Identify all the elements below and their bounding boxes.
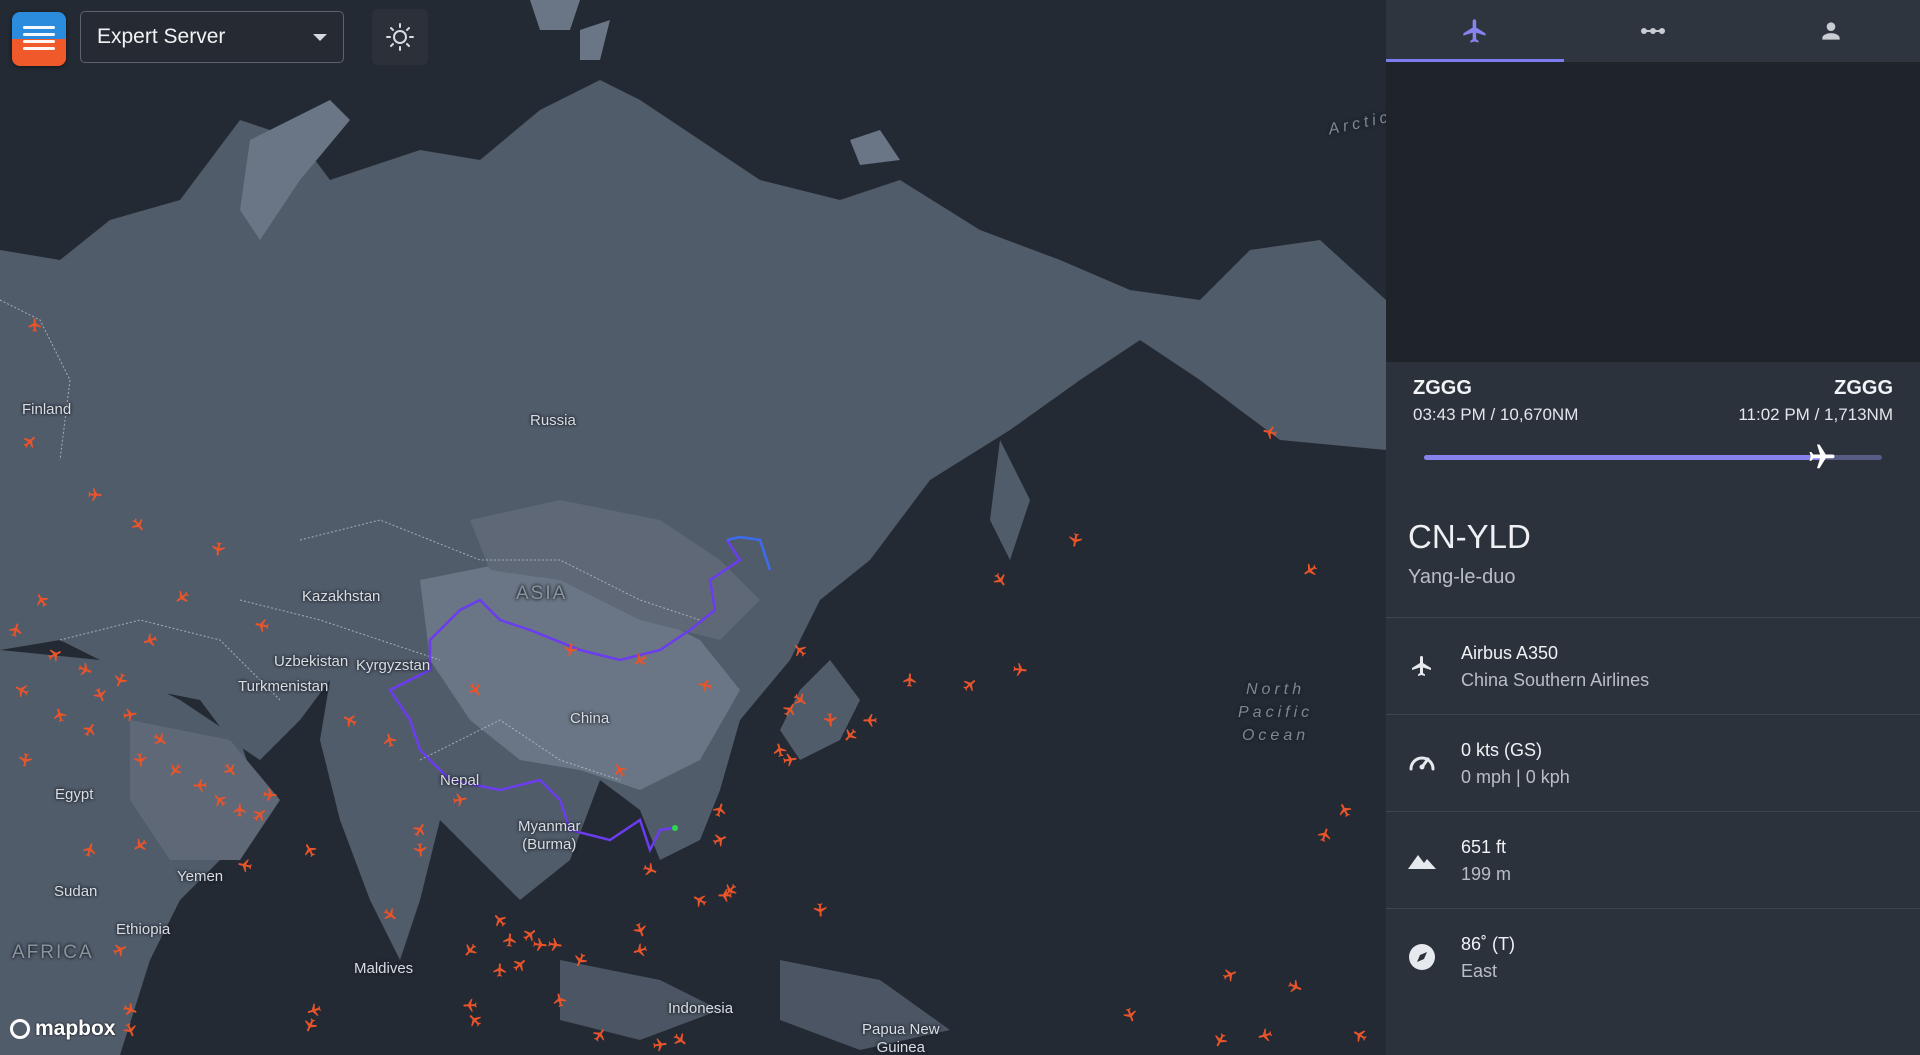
heading-degrees: 86˚ (T) (1461, 934, 1515, 954)
aircraft-marker-icon[interactable] (1066, 531, 1085, 550)
aircraft-marker-icon[interactable] (451, 791, 470, 810)
aircraft-marker-icon[interactable] (781, 751, 799, 769)
speed-row: 0 kts (GS) 0 mph | 0 kph (1386, 714, 1920, 811)
mapbox-logo-icon (10, 1019, 30, 1039)
aircraft-marker-icon[interactable] (717, 887, 733, 903)
heading-row: 86˚ (T) East (1386, 908, 1920, 1005)
map-label: Ethiopia (116, 921, 171, 938)
map-label: Nepal (440, 772, 480, 789)
aircraft-marker-icon[interactable] (821, 711, 838, 728)
server-dropdown-value: Expert Server (97, 25, 226, 48)
server-dropdown[interactable]: Expert Server (80, 11, 344, 63)
aircraft-marker-icon[interactable] (121, 706, 140, 725)
map-label: Indonesia (668, 1000, 734, 1017)
map-label: Kyrgyzstan (356, 657, 431, 674)
map-label: Myanmar (Burma) (518, 818, 581, 853)
map-label: AFRICA (12, 942, 94, 963)
route-icon (1641, 28, 1665, 34)
app-menu-button[interactable] (12, 12, 66, 66)
heading-cardinal: East (1461, 961, 1498, 981)
map-label: Sudan (54, 883, 98, 900)
aircraft-type-row: Airbus A350 China Southern Airlines (1386, 617, 1920, 714)
aircraft-marker-icon[interactable] (492, 962, 509, 979)
aircraft-marker-icon[interactable] (209, 540, 227, 558)
aircraft-owner: Yang-le-duo (1408, 566, 1516, 588)
speedometer-icon (1409, 756, 1435, 771)
aircraft-marker-icon[interactable] (546, 936, 564, 954)
panel-tabs (1386, 0, 1920, 62)
altitude-feet: 651 ft (1461, 837, 1507, 857)
altitude-row: 651 ft 199 m (1386, 811, 1920, 908)
tab-route[interactable] (1564, 0, 1742, 62)
aircraft-marker-icon[interactable] (192, 777, 209, 794)
theme-toggle-button[interactable] (372, 9, 428, 65)
compass-icon (1409, 944, 1435, 970)
map-label: Maldives (354, 960, 414, 977)
origin-code: ZGGG (1413, 377, 1472, 399)
map-label: ASIA (516, 583, 568, 604)
aircraft-marker-icon[interactable] (561, 641, 580, 660)
aircraft-marker-icon[interactable] (261, 786, 278, 803)
map-label: Papua New Guinea (862, 1021, 940, 1055)
origin-time-distance: 03:43 PM / 10,670NM (1413, 405, 1579, 424)
aircraft-marker-icon[interactable] (1011, 661, 1029, 679)
tab-user[interactable] (1742, 0, 1920, 62)
aircraft-marker-icon[interactable] (501, 931, 518, 948)
map-label: Egypt (55, 786, 94, 803)
aircraft-marker-icon[interactable] (16, 751, 34, 769)
aircraft-marker-icon[interactable] (862, 712, 878, 728)
progress-plane-icon (1807, 442, 1837, 472)
map-label: Yemen (177, 868, 224, 885)
aircraft-marker-icon[interactable] (27, 317, 43, 333)
ground-speed-knots: 0 kts (GS) (1461, 740, 1543, 760)
aircraft-registration: CN-YLD (1408, 518, 1531, 555)
map-label: Uzbekistan (274, 653, 349, 670)
map-label: Russia (530, 412, 576, 429)
mapbox-attribution[interactable]: mapbox (10, 1017, 116, 1041)
map-label: China (570, 710, 610, 727)
map-label: Kazakhstan (302, 588, 381, 605)
chevron-down-icon (313, 33, 327, 41)
aircraft-marker-icon[interactable] (651, 1036, 669, 1054)
mapbox-wordmark: mapbox (35, 1017, 116, 1040)
ground-speed-converted: 0 mph | 0 kph (1461, 767, 1570, 787)
map-label: Finland (22, 401, 72, 418)
user-icon (1822, 22, 1840, 40)
map-label: Turkmenistan (238, 678, 329, 695)
airplane-icon (1463, 19, 1486, 43)
sun-icon (386, 23, 414, 51)
airplane-icon (1412, 656, 1431, 676)
altitude-meters: 199 m (1461, 864, 1512, 884)
tab-flight[interactable] (1386, 0, 1564, 62)
aircraft-marker-icon[interactable] (902, 672, 919, 689)
aircraft-photo (1386, 62, 1920, 362)
aircraft-marker-icon[interactable] (253, 616, 272, 635)
mountain-icon (1408, 855, 1436, 869)
aircraft-model: Airbus A350 (1461, 643, 1559, 663)
map-label: North Pacific Ocean (1238, 681, 1314, 744)
flight-info-panel: ZGGG 03:43 PM / 10,670NM ZGGG 11:02 PM /… (1386, 0, 1920, 1055)
aircraft-marker-icon[interactable] (811, 901, 828, 918)
aircraft-marker-icon[interactable] (551, 991, 570, 1010)
progress-fill (1424, 455, 1823, 460)
aircraft-marker-icon[interactable] (86, 486, 103, 503)
aircraft-marker-icon[interactable] (131, 751, 149, 769)
aircraft-marker-icon[interactable] (232, 802, 248, 818)
aircraft-airline: China Southern Airlines (1461, 670, 1650, 690)
aircraft-marker-icon[interactable] (411, 841, 429, 859)
world-map[interactable]: Russia Finland Kazakhstan ASIA Uzbekista… (0, 0, 1386, 1055)
destination-code: ZGGG (1834, 377, 1893, 399)
destination-time-distance: 11:02 PM / 1,713NM (1738, 405, 1893, 424)
